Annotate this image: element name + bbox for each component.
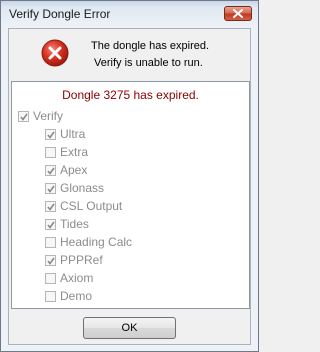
checkbox-label: Extra [60,145,89,159]
window-title: Verify Dongle Error [9,7,111,21]
check-icon [20,113,28,121]
check-icon [47,185,55,193]
checkbox-label: Heading Calc [60,235,133,249]
checkbox-box[interactable] [45,219,56,230]
checkbox-box[interactable] [45,237,56,248]
error-message-line2: Verify is unable to run. [94,57,203,69]
checkbox-box[interactable] [45,291,56,302]
close-icon [233,9,243,18]
check-icon [47,203,55,211]
checkbox-label: Demo [60,289,93,303]
checkbox-label: Verify [33,109,64,123]
checkbox-box[interactable] [45,165,56,176]
checkbox-box[interactable] [45,183,56,194]
checkbox-label: Ultra [60,127,86,141]
error-message-line1: The dongle has expired. [91,40,210,52]
modules-panel: Dongle 3275 has expired. Verify Ultra Ext… [11,81,250,309]
checkbox-box[interactable] [45,255,56,266]
error-icon [41,39,69,67]
close-button[interactable] [224,6,252,21]
dialog-window: Verify Dongle Error The dongle has expir… [0,0,259,352]
checkbox-box[interactable] [45,201,56,212]
title-bar[interactable]: Verify Dongle Error [1,1,258,27]
checkbox-label: PPPRef [60,253,103,267]
checkbox-label: Tides [60,217,89,231]
check-icon [47,221,55,229]
checkbox-box[interactable] [45,129,56,140]
checkbox-box[interactable] [18,111,29,122]
check-icon [47,131,55,139]
checkbox-label: Apex [60,163,88,177]
ok-button[interactable]: OK [83,317,176,339]
checkbox-box[interactable] [45,147,56,158]
checkbox-label: CSL Output [60,199,123,213]
checkbox-box[interactable] [45,273,56,284]
checkbox-label: Axiom [60,271,94,285]
checkbox-label: Glonass [60,181,105,195]
check-icon [47,167,55,175]
check-icon [47,257,55,265]
dongle-status-text: Dongle 3275 has expired. [62,88,199,102]
dialog-body: The dongle has expired. Verify is unable… [8,28,251,345]
